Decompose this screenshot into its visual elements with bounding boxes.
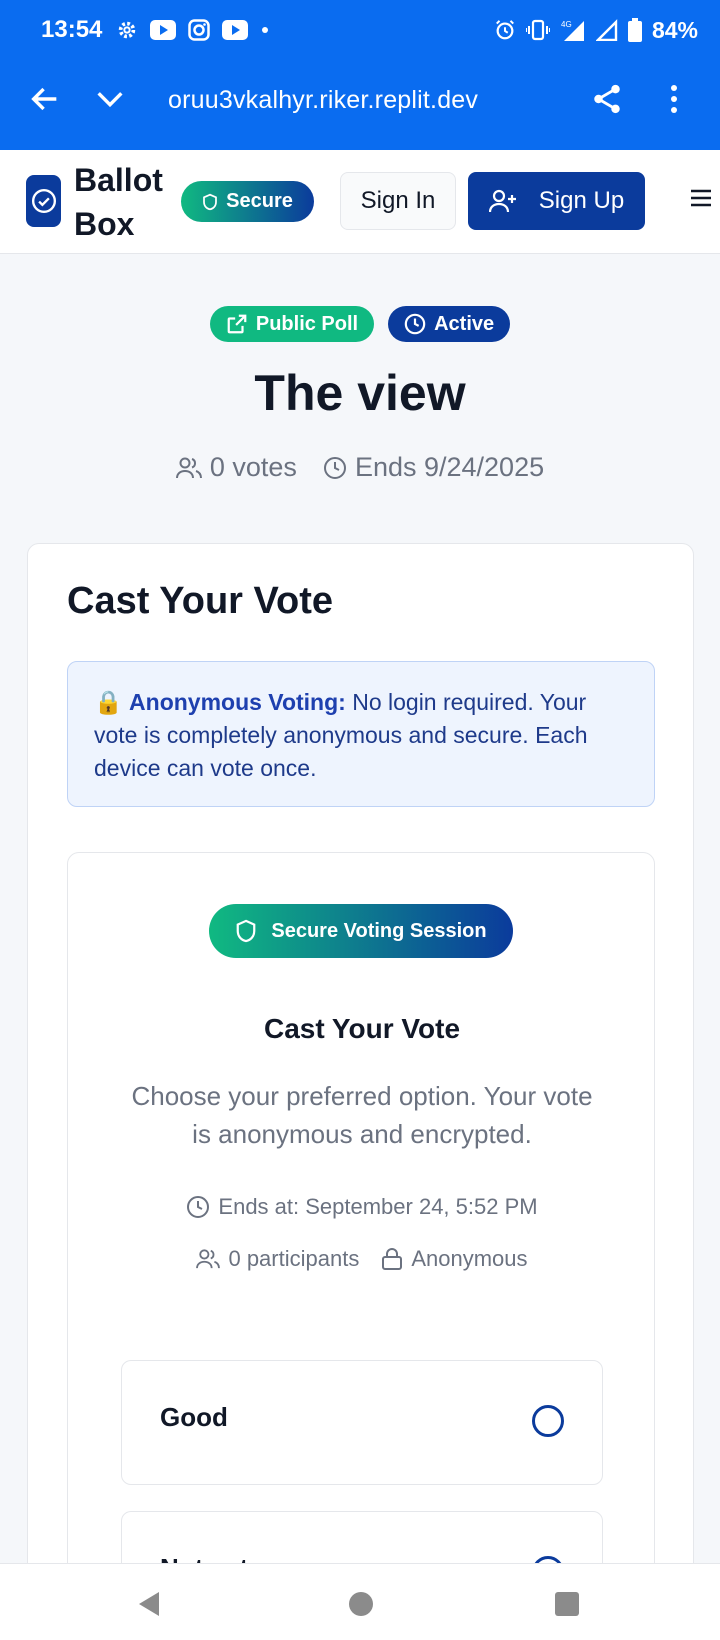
share-icon[interactable] [590,82,624,116]
notification-icons [116,16,270,44]
votes-label: 0 votes [209,452,297,482]
users-icon [175,457,202,478]
clock-icon [404,313,426,335]
chevron-down-icon[interactable] [92,82,128,116]
shield-icon [203,193,218,210]
ends-label: Ends 9/24/2025 [354,452,545,482]
shield-icon [237,919,256,943]
secure-badge: Secure [181,181,314,222]
logo[interactable] [26,175,61,227]
active-label: Active [434,312,495,335]
sign-up-button[interactable]: Sign Up [468,172,645,230]
clock-icon [323,456,346,479]
poll-meta: 0 votes Ends 9/24/2025 [0,452,720,483]
ends-at-label: Ends at: September 24, 5:52 PM [218,1194,538,1219]
system-topbar: 13:54 4G 84% oruu3vkalhyr.riker.replit.d… [0,0,720,150]
status-bar: 13:54 4G 84% [0,0,720,60]
vote-card: Cast Your Vote 🔒 Anonymous Voting: No lo… [27,543,694,1640]
users-icon [196,1249,221,1269]
brand-line-1: Ballot [74,162,163,198]
vibrate-icon [525,19,550,41]
sign-in-button[interactable]: Sign In [340,172,456,230]
voting-session-panel: Secure Voting Session Cast Your Vote Cho… [67,852,655,1640]
system-icons: 4G 84% [494,16,698,44]
nav-recents-icon[interactable] [555,1592,579,1616]
option-label: Good [160,1402,228,1432]
alarm-icon [495,20,514,40]
app-header: Ballot Box Secure Sign In Sign Up [0,150,720,254]
active-badge: Active [388,306,511,342]
anonymous-label: Anonymous [411,1246,528,1271]
public-poll-badge: Public Poll [209,306,375,342]
anonymous-indicator: Anonymous [381,1246,528,1272]
anonymous-notice: 🔒 Anonymous Voting: No login required. Y… [67,661,655,807]
session-title: Cast Your Vote [263,1013,461,1044]
signal-4g-icon: 4G [561,20,584,41]
clock-icon [187,1196,210,1218]
check-circle-icon [31,188,56,214]
nav-home-icon[interactable] [349,1592,373,1616]
lock-icon: 🔒 [94,689,123,715]
secure-label: Secure [226,190,293,212]
external-link-icon [227,314,247,334]
ends-at: Ends at: September 24, 5:52 PM [68,1194,656,1220]
hamburger-menu-icon[interactable] [690,187,712,209]
lock-outline-icon [382,1248,403,1270]
battery-percent: 84% [651,16,698,43]
option-radio[interactable] [532,1405,564,1437]
secure-session-badge: Secure Voting Session [209,904,513,958]
brand-name[interactable]: Ballot Box [74,158,174,246]
public-poll-label: Public Poll [255,312,359,335]
more-vert-icon[interactable] [662,82,686,116]
status-time: 13:54 [41,16,103,43]
youtube-icon [150,20,176,40]
nav-back-icon[interactable] [137,1590,161,1618]
brand-line-2: Box [74,206,135,242]
settings-gear-icon [118,21,136,39]
ends-date: Ends 9/24/2025 [323,452,544,483]
system-nav-bar [0,1563,720,1640]
card-title: Cast Your Vote [67,580,334,622]
dot-icon [262,27,268,33]
instagram-icon [188,19,210,41]
session-stats: 0 participants Anonymous [68,1246,656,1272]
sign-up-label: Sign Up [538,187,625,214]
session-description: Choose your preferred option. Your vote … [131,1081,593,1149]
poll-title: The view [254,365,466,421]
user-plus-icon [488,189,516,213]
browser-toolbar: oruu3vkalhyr.riker.replit.dev [0,60,720,150]
battery-icon [627,18,642,42]
url-field[interactable]: oruu3vkalhyr.riker.replit.dev [168,86,528,115]
notice-lead: Anonymous Voting: [129,689,346,715]
poll-badges: Public Poll Active [0,306,720,342]
participants: 0 participants [196,1246,359,1272]
youtube-icon-2 [222,20,248,40]
back-arrow-icon[interactable] [28,82,62,116]
signal-icon [595,19,618,41]
votes-count: 0 votes [175,452,297,483]
svg-text:4G: 4G [561,20,572,29]
session-label: Secure Voting Session [271,919,487,942]
vote-option[interactable]: Good [121,1360,603,1485]
participants-label: 0 participants [228,1246,360,1271]
